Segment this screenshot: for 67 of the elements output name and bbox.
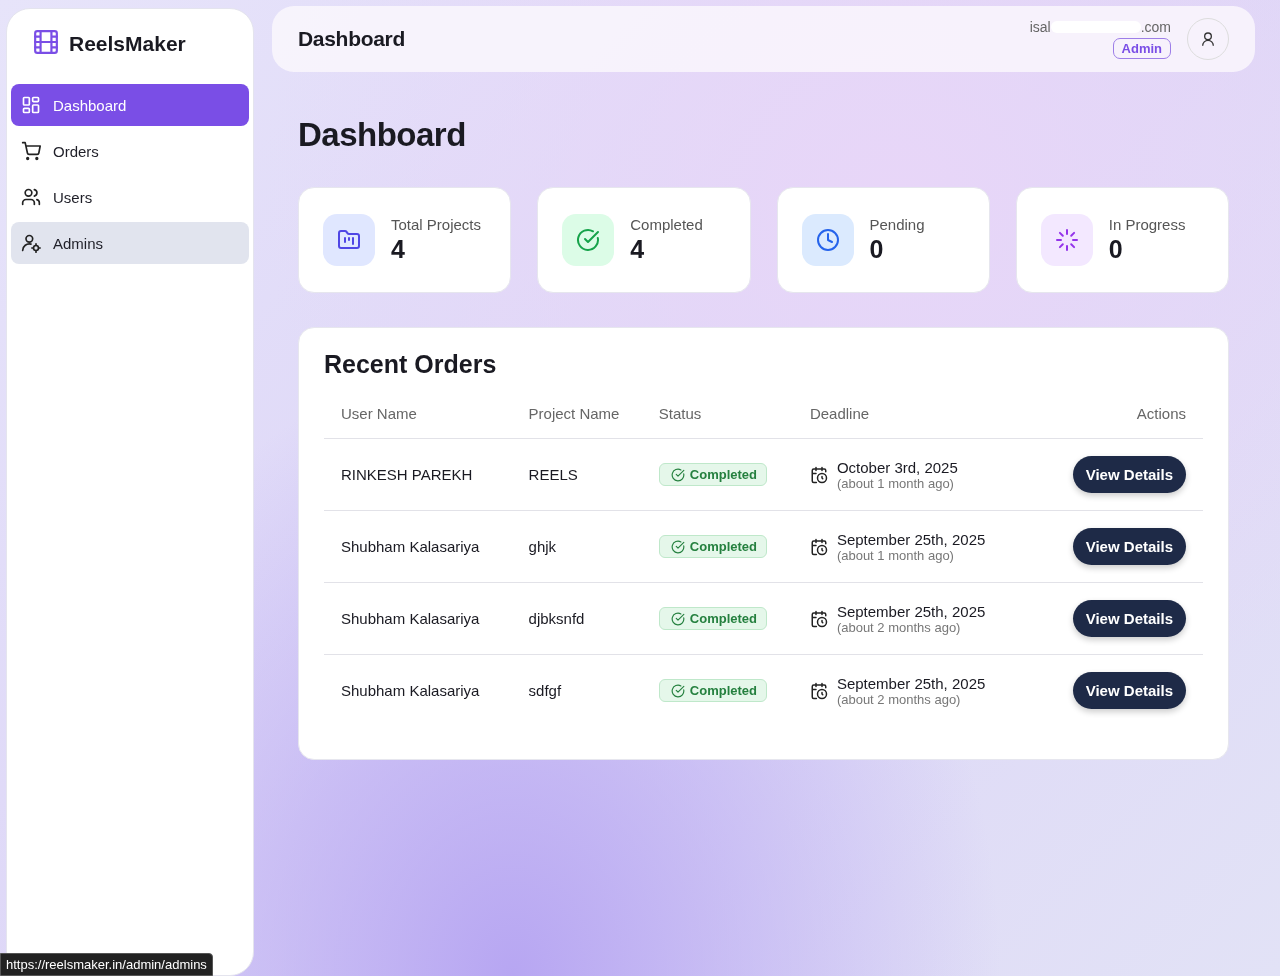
stat-label: In Progress — [1108, 216, 1186, 233]
calendar-clock-icon — [809, 681, 828, 700]
table-cell: REELS — [511, 438, 642, 511]
nav-item[interactable]: Dashboard — [11, 84, 249, 126]
nav-item[interactable]: Admins — [11, 222, 249, 264]
deadline-date: September 25th, 2025 — [836, 674, 986, 692]
check-circle-icon — [670, 539, 685, 554]
calendar-clock-icon — [809, 537, 828, 556]
table-cell: Shubham Kalasariya — [324, 582, 512, 655]
users-icon — [21, 187, 41, 207]
deadline-relative: (about 2 months ago) — [836, 619, 962, 635]
email-text: .com — [1140, 19, 1171, 35]
table-cell: RINKESH PAREKH — [324, 438, 512, 511]
stat-value: 0 — [869, 235, 885, 264]
user-icon — [1200, 31, 1216, 47]
brand-name: ReelsMaker — [69, 32, 186, 56]
check-circle-icon — [576, 228, 601, 252]
deadline-relative: (about 2 months ago) — [836, 691, 962, 707]
deadline-relative: (about 1 month ago) — [836, 547, 955, 563]
stat-label: Pending — [869, 216, 925, 233]
column-header: Project Name — [511, 405, 642, 439]
view-details-button[interactable]: View Details — [1072, 600, 1186, 637]
stat-label: Completed — [630, 216, 703, 233]
column-header: Actions — [1025, 405, 1203, 439]
film-icon — [33, 29, 59, 55]
check-circle-icon — [670, 467, 685, 482]
status-badge: Completed — [658, 679, 767, 703]
stat-value: 0 — [1108, 235, 1124, 264]
view-details-button[interactable]: View Details — [1072, 672, 1186, 710]
stat-value: 4 — [391, 235, 406, 264]
page-title: Dashboard — [298, 116, 467, 154]
table-cell: Shubham Kalasariya — [324, 654, 512, 727]
deadline-date: September 25th, 2025 — [836, 530, 986, 548]
grid-icon — [21, 95, 41, 115]
status-badge: Completed — [658, 463, 767, 486]
calendar-clock-icon — [809, 465, 828, 484]
table-cell: sdfgf — [511, 654, 642, 727]
role-badge: Admin — [1112, 38, 1171, 59]
deadline-date: October 3rd, 2025 — [836, 458, 958, 476]
loader-icon — [1054, 228, 1079, 252]
clock-icon — [815, 228, 840, 252]
deadline-date: September 25th, 2025 — [836, 602, 986, 620]
table-cell: ghjk — [511, 510, 642, 583]
column-header: User Name — [324, 405, 512, 439]
email-text: isal — [1029, 19, 1051, 35]
table-cell: Shubham Kalasariya — [324, 510, 512, 583]
table-cell: djbksnfd — [511, 582, 642, 655]
nav-item[interactable]: Orders — [11, 130, 249, 172]
status-badge: Completed — [658, 607, 767, 630]
link-url-tooltip: https://reelsmaker.in/admin/admins — [0, 953, 213, 976]
deadline-relative: (about 1 month ago) — [836, 475, 955, 491]
stat-value: 4 — [630, 235, 646, 264]
header-title: Dashboard — [298, 27, 405, 51]
user-gear-icon — [21, 233, 41, 253]
column-header: Deadline — [792, 405, 1026, 439]
card-title: Recent Orders — [324, 350, 498, 379]
nav-item[interactable]: Users — [11, 176, 249, 218]
view-details-button[interactable]: View Details — [1072, 528, 1186, 565]
column-header: Status — [641, 405, 793, 439]
check-circle-icon — [670, 611, 685, 626]
calendar-clock-icon — [809, 609, 828, 628]
cart-icon — [21, 141, 41, 161]
check-circle-icon — [670, 683, 685, 698]
view-details-button[interactable]: View Details — [1072, 456, 1186, 493]
status-badge: Completed — [658, 535, 767, 558]
stat-label: Total Projects — [391, 216, 482, 233]
folder-icon — [337, 228, 361, 252]
